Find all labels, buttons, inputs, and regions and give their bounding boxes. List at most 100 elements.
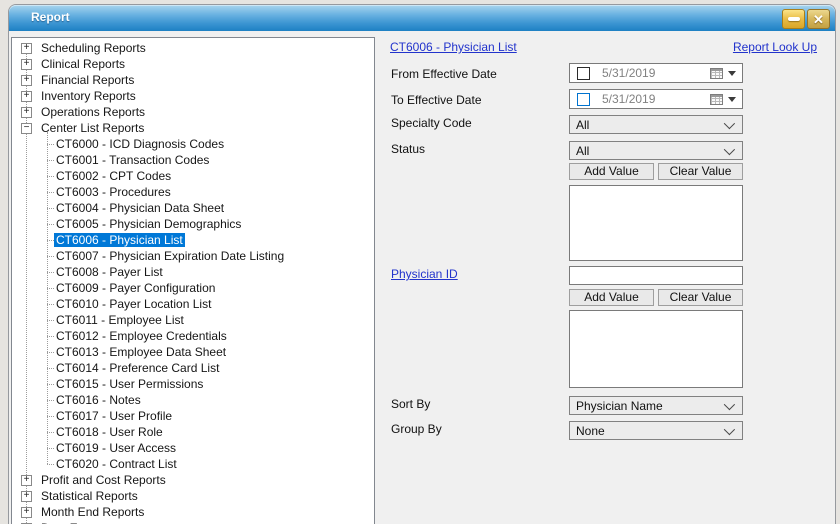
tree-item[interactable]: CT6013 - Employee Data Sheet <box>12 344 374 360</box>
sort-by-select[interactable]: Physician Name <box>569 396 743 415</box>
tree-item[interactable]: CT6005 - Physician Demographics <box>12 216 374 232</box>
tree-item-label[interactable]: CT6002 - CPT Codes <box>54 169 173 183</box>
tree-item-label[interactable]: CT6019 - User Access <box>54 441 178 455</box>
expand-icon[interactable]: + <box>21 507 32 518</box>
tree-item[interactable]: CT6019 - User Access <box>12 440 374 456</box>
tree-item[interactable]: CT6009 - Payer Configuration <box>12 280 374 296</box>
physician-id-link[interactable]: Physician ID <box>391 267 458 281</box>
expand-icon[interactable]: + <box>21 475 32 486</box>
tree-item[interactable]: CT6012 - Employee Credentials <box>12 328 374 344</box>
tree-item-label[interactable]: Inventory Reports <box>39 89 138 103</box>
tree-item-label[interactable]: CT6001 - Transaction Codes <box>54 153 211 167</box>
tree-item[interactable]: + Inventory Reports <box>12 88 374 104</box>
to-effective-date-picker[interactable]: 5/31/2019 <box>569 89 743 109</box>
tree-item-label[interactable]: CT6006 - Physician List <box>54 233 185 247</box>
tree-item[interactable]: −Center List Reports <box>12 120 374 136</box>
tree-item-label[interactable]: CT6018 - User Role <box>54 425 165 439</box>
tree-item[interactable]: CT6011 - Employee List <box>12 312 374 328</box>
status-values-list[interactable] <box>569 185 743 261</box>
tree-item-label[interactable]: CT6009 - Payer Configuration <box>54 281 217 295</box>
physician-clear-value-button[interactable]: Clear Value <box>658 289 743 306</box>
tree-item[interactable]: + Month End Reports <box>12 504 374 520</box>
expand-icon[interactable]: + <box>21 43 32 54</box>
tree-item-label[interactable]: CT6007 - Physician Expiration Date Listi… <box>54 249 286 263</box>
group-by-select[interactable]: None <box>569 421 743 440</box>
tree-item-label[interactable]: Center List Reports <box>39 121 146 135</box>
tree-item-label[interactable]: CT6010 - Payer Location List <box>54 297 213 311</box>
tree-item-label[interactable]: Month End Reports <box>39 505 146 519</box>
status-add-value-button[interactable]: Add Value <box>569 163 654 180</box>
tree-item-label[interactable]: Financial Reports <box>39 73 136 87</box>
tree-connector <box>47 224 54 225</box>
tree-item[interactable]: + Operations Reports <box>12 104 374 120</box>
tree-item-label[interactable]: CT6012 - Employee Credentials <box>54 329 229 343</box>
expand-icon[interactable]: + <box>21 491 32 502</box>
expand-icon[interactable]: + <box>21 107 32 118</box>
status-clear-value-button[interactable]: Clear Value <box>658 163 743 180</box>
tree-item[interactable]: CT6003 - Procedures <box>12 184 374 200</box>
tree-item[interactable]: CT6006 - Physician List <box>12 232 374 248</box>
title-bar[interactable]: Report ✕ <box>9 5 835 31</box>
tree-item[interactable]: CT6004 - Physician Data Sheet <box>12 200 374 216</box>
tree-item-label[interactable]: CT6005 - Physician Demographics <box>54 217 243 231</box>
specialty-code-select[interactable]: All <box>569 115 743 134</box>
dropdown-arrow-icon[interactable] <box>728 71 736 76</box>
expand-icon[interactable]: + <box>21 91 32 102</box>
tree-item-label[interactable]: CT6017 - User Profile <box>54 409 174 423</box>
tree-item-label[interactable]: Statistical Reports <box>39 489 140 503</box>
tree-item[interactable]: CT6016 - Notes <box>12 392 374 408</box>
physician-add-value-button[interactable]: Add Value <box>569 289 654 306</box>
expand-icon[interactable]: + <box>21 75 32 86</box>
tree-item[interactable]: CT6017 - User Profile <box>12 408 374 424</box>
dropdown-arrow-icon[interactable] <box>728 97 736 102</box>
tree-item-label[interactable]: Profit and Cost Reports <box>39 473 168 487</box>
tree-item-label[interactable]: Operations Reports <box>39 105 147 119</box>
tree-item[interactable]: CT6008 - Payer List <box>12 264 374 280</box>
tree-item[interactable]: CT6007 - Physician Expiration Date Listi… <box>12 248 374 264</box>
tree-item[interactable]: + Scheduling Reports <box>12 40 374 56</box>
tree-item[interactable]: + Financial Reports <box>12 72 374 88</box>
to-date-checkbox[interactable] <box>577 93 590 106</box>
tree-item[interactable]: CT6014 - Preference Card List <box>12 360 374 376</box>
status-select[interactable]: All <box>569 141 743 160</box>
tree-item-label[interactable]: Clinical Reports <box>39 57 127 71</box>
tree-item[interactable]: + Statistical Reports <box>12 488 374 504</box>
tree-item[interactable]: CT6020 - Contract List <box>12 456 374 472</box>
tree-item[interactable]: CT6000 - ICD Diagnosis Codes <box>12 136 374 152</box>
tree-item[interactable]: + Profit and Cost Reports <box>12 472 374 488</box>
tree-item-label[interactable]: CT6016 - Notes <box>54 393 143 407</box>
expand-icon[interactable]: + <box>21 59 32 70</box>
tree-item-label[interactable]: CT6014 - Preference Card List <box>54 361 221 375</box>
tree-item-label[interactable]: CT6000 - ICD Diagnosis Codes <box>54 137 226 151</box>
calendar-icon[interactable] <box>710 68 723 79</box>
tree-item[interactable]: +Data Exports <box>12 520 374 524</box>
tree-item-label[interactable]: CT6004 - Physician Data Sheet <box>54 201 226 215</box>
tree-rows: + Scheduling Reports + Clinical Reports + Fin… <box>12 38 374 524</box>
tree-connector <box>47 384 54 385</box>
tree-item[interactable]: CT6018 - User Role <box>12 424 374 440</box>
tree-item-label[interactable]: CT6008 - Payer List <box>54 265 165 279</box>
report-tree[interactable]: + Scheduling Reports + Clinical Reports + Fin… <box>11 37 375 524</box>
tree-item[interactable]: + Clinical Reports <box>12 56 374 72</box>
tree-item-label[interactable]: CT6020 - Contract List <box>54 457 179 471</box>
close-button[interactable]: ✕ <box>807 9 830 29</box>
minimize-button[interactable] <box>782 9 805 29</box>
physician-values-list[interactable] <box>569 310 743 388</box>
tree-item-label[interactable]: CT6003 - Procedures <box>54 185 173 199</box>
tree-item-label[interactable]: Scheduling Reports <box>39 41 148 55</box>
from-effective-date-picker[interactable]: 5/31/2019 <box>569 63 743 83</box>
tree-connector <box>47 400 54 401</box>
from-date-checkbox[interactable] <box>577 67 590 80</box>
tree-item[interactable]: CT6010 - Payer Location List <box>12 296 374 312</box>
collapse-icon[interactable]: − <box>21 123 32 134</box>
calendar-icon[interactable] <box>710 94 723 105</box>
report-lookup-link[interactable]: Report Look Up <box>733 40 817 54</box>
tree-item-label[interactable]: CT6011 - Employee List <box>54 313 186 327</box>
tree-item[interactable]: CT6002 - CPT Codes <box>12 168 374 184</box>
physician-id-input[interactable] <box>569 266 743 285</box>
report-title-link[interactable]: CT6006 - Physician List <box>390 40 517 54</box>
tree-item-label[interactable]: CT6015 - User Permissions <box>54 377 205 391</box>
tree-item[interactable]: CT6015 - User Permissions <box>12 376 374 392</box>
tree-item-label[interactable]: CT6013 - Employee Data Sheet <box>54 345 228 359</box>
tree-item[interactable]: CT6001 - Transaction Codes <box>12 152 374 168</box>
